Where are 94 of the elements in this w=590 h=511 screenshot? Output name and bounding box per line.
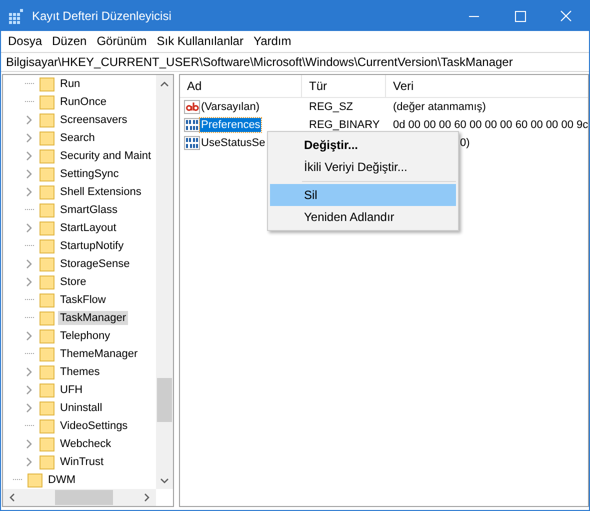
chevron-icon[interactable] [25,439,33,449]
chevron-icon[interactable] [25,385,33,395]
chevron-icon[interactable] [25,259,33,269]
value-data: 0) [460,137,470,149]
value-data: (değer atanmamış) [393,101,486,113]
folder-icon [39,436,55,452]
tree-item[interactable]: SmartGlass [58,203,120,217]
folder-icon [39,220,55,236]
tree-item[interactable]: UFH [58,383,85,397]
value-name[interactable]: Preferences [200,118,262,132]
context-menu-item[interactable]: Yeniden Adlandır [270,206,456,228]
scroll-thumb[interactable] [55,490,113,505]
registry-icon [8,8,24,24]
tree-item[interactable]: Run [58,77,82,91]
scroll-left-icon[interactable] [9,493,15,502]
tree-item[interactable]: TaskManager [58,311,128,325]
folder-icon [39,112,55,128]
folder-icon [39,454,55,470]
tree-item[interactable]: Uninstall [58,401,104,415]
scroll-right-icon[interactable] [144,493,150,502]
folder-icon [39,256,55,272]
value-type: REG_BINARY [309,119,380,131]
folder-icon [39,238,55,254]
binary-value-icon [184,135,200,151]
context-menu-item[interactable]: İkili Veriyi Değiştir... [270,156,456,178]
tree-item[interactable]: StartLayout [58,221,118,235]
scroll-thumb[interactable] [157,378,172,422]
folder-icon [39,310,55,326]
menu-item[interactable]: Sık Kullanılanlar [152,32,248,50]
folder-icon [39,166,55,182]
chevron-icon[interactable] [25,277,33,287]
folder-icon [39,400,55,416]
menu-item[interactable]: Düzen [47,32,92,50]
folder-icon [39,76,55,92]
scroll-down-icon[interactable] [160,478,169,484]
tree-item[interactable]: StorageSense [58,257,132,271]
tree-item[interactable]: Webcheck [58,437,114,451]
chevron-icon[interactable] [25,169,33,179]
scroll-up-icon[interactable] [160,81,169,87]
folder-icon [27,472,43,488]
chevron-icon[interactable] [25,115,33,125]
chevron-icon[interactable] [25,331,33,341]
folder-icon [39,148,55,164]
address-field[interactable]: Bilgisayar\HKEY_CURRENT_USER\Software\Microsoft\Windows\CurrentVersion\TaskManager [1,52,589,72]
tree-item[interactable]: ThemeManager [58,347,140,361]
tree-item[interactable]: Themes [58,365,102,379]
tree-item[interactable]: RunOnce [58,95,108,109]
value-name[interactable]: UseStatusSe [200,136,266,150]
folder-icon [39,274,55,290]
chevron-icon[interactable] [25,187,33,197]
value-data: 0d 00 00 00 60 00 00 00 60 00 00 00 9c [393,119,588,131]
tree-item[interactable]: WinTrust [58,455,106,469]
chevron-icon[interactable] [25,457,33,467]
folder-icon [39,94,55,110]
folder-icon [39,184,55,200]
tree-item[interactable]: Telephony [58,329,112,343]
folder-icon [39,328,55,344]
binary-value-icon [184,117,200,133]
folder-icon [39,130,55,146]
folder-icon [39,364,55,380]
menu-item[interactable]: Dosya [3,32,48,50]
context-menu-item[interactable]: Değiştir... [270,134,456,156]
vertical-scrollbar[interactable] [156,75,173,489]
chevron-icon[interactable] [25,133,33,143]
tree-item[interactable]: VideoSettings [58,419,130,433]
folder-icon [39,418,55,434]
column-header[interactable]: Veri [386,75,588,97]
tree-item[interactable]: DWM [46,473,78,487]
tree-item[interactable]: Screensavers [58,113,130,127]
tree-item[interactable]: StartupNotify [58,239,126,253]
value-name[interactable]: (Varsayılan) [200,100,260,114]
folder-icon [39,202,55,218]
tree-item[interactable]: TaskFlow [58,293,108,307]
column-header[interactable]: Ad [180,75,302,97]
tree-item[interactable]: SettingSync [58,167,121,181]
chevron-icon[interactable] [25,223,33,233]
tree-item[interactable]: Store [58,275,88,289]
chevron-icon[interactable] [25,403,33,413]
folder-icon [39,346,55,362]
chevron-icon[interactable] [25,151,33,161]
menu-item[interactable]: Görünüm [92,32,152,50]
horizontal-scrollbar[interactable] [3,489,156,506]
tree-item[interactable]: Search [58,131,97,145]
column-header[interactable]: Tür [302,75,386,97]
folder-icon [39,382,55,398]
tree-item[interactable]: Security and Maint [58,149,154,163]
chevron-icon[interactable] [25,367,33,377]
window-title: Kayıt Defteri Düzenleyicisi [32,9,172,23]
context-menu-item[interactable]: Sil [270,184,456,206]
string-value-icon [184,99,200,115]
tree-item[interactable]: Shell Extensions [58,185,144,199]
menu-item[interactable]: Yardım [248,32,296,50]
value-type: REG_SZ [309,101,354,113]
folder-icon [39,292,55,308]
